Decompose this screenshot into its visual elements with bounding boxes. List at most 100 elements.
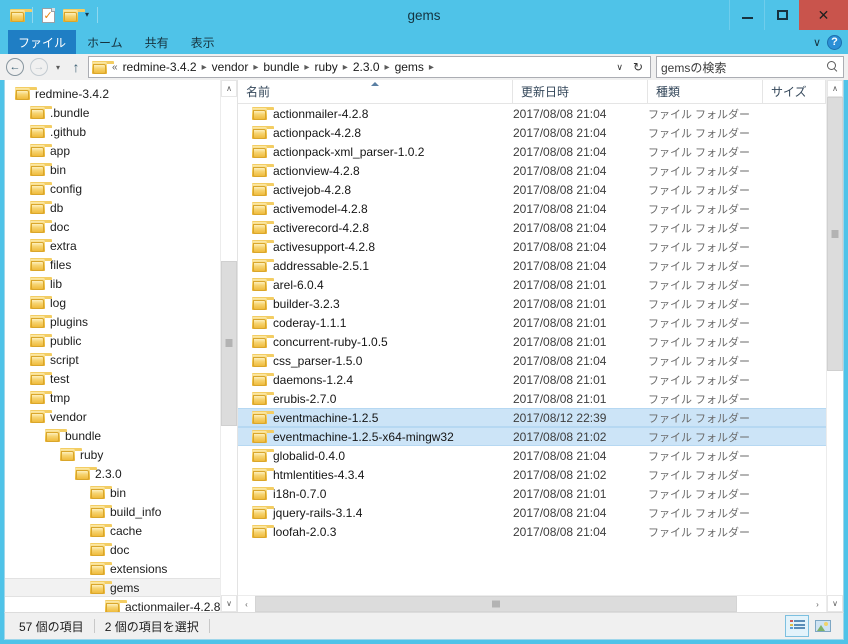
- nav-scroll-track[interactable]: [221, 97, 237, 595]
- table-row[interactable]: i18n-0.7.0 2017/08/08 21:01 ファイル フォルダー: [238, 484, 826, 503]
- maximize-button[interactable]: [764, 0, 799, 30]
- forward-button[interactable]: →: [28, 56, 50, 78]
- breadcrumb-item-5[interactable]: gems: [393, 60, 426, 74]
- breadcrumb-sep-3[interactable]: ▸: [342, 62, 349, 73]
- help-icon[interactable]: ?: [827, 34, 842, 50]
- file-list-scrollbar[interactable]: ∧ ∨: [826, 80, 843, 612]
- large-icons-view-button[interactable]: [811, 615, 835, 637]
- history-dropdown-icon[interactable]: ▾: [52, 63, 64, 72]
- tree-item[interactable]: vendor: [5, 407, 220, 426]
- tree-item[interactable]: doc: [5, 217, 220, 236]
- table-row[interactable]: activesupport-4.2.8 2017/08/08 21:04 ファイル …: [238, 237, 826, 256]
- table-row[interactable]: eventmachine-1.2.5-x64-mingw32 2017/08/08…: [238, 427, 826, 446]
- table-row[interactable]: activerecord-4.2.8 2017/08/08 21:04 ファイル フ…: [238, 218, 826, 237]
- breadcrumb-sep-1[interactable]: ▸: [252, 62, 259, 73]
- table-row[interactable]: arel-6.0.4 2017/08/08 21:01 ファイル フォルダー: [238, 275, 826, 294]
- table-row[interactable]: concurrent-ruby-1.0.5 2017/08/08 21:01 ファイ…: [238, 332, 826, 351]
- table-row[interactable]: htmlentities-4.3.4 2017/08/08 21:02 ファイル フ…: [238, 465, 826, 484]
- tree-item[interactable]: actionmailer-4.2.8: [5, 597, 220, 612]
- tree-item[interactable]: plugins: [5, 312, 220, 331]
- tree-item[interactable]: .bundle: [5, 103, 220, 122]
- column-header-date[interactable]: 更新日時: [513, 80, 648, 103]
- file-list-hscrollbar[interactable]: ‹ ›: [238, 595, 826, 612]
- tree-item[interactable]: db: [5, 198, 220, 217]
- tree-item[interactable]: bin: [5, 160, 220, 179]
- tab-home[interactable]: ホーム: [76, 30, 134, 54]
- tree-item[interactable]: cache: [5, 521, 220, 540]
- table-row[interactable]: eventmachine-1.2.5 2017/08/12 22:39 ファイル フ…: [238, 408, 826, 427]
- hscroll-right-button[interactable]: ›: [809, 596, 826, 612]
- tree-item[interactable]: build_info: [5, 502, 220, 521]
- table-row[interactable]: actionpack-4.2.8 2017/08/08 21:04 ファイル フォル…: [238, 123, 826, 142]
- nav-scroll-up-button[interactable]: ∧: [221, 80, 237, 97]
- breadcrumb-item-0[interactable]: redmine-3.4.2: [121, 60, 199, 74]
- up-button[interactable]: ↑: [66, 56, 86, 78]
- hscroll-thumb[interactable]: [255, 596, 737, 612]
- file-scroll-track[interactable]: [827, 97, 843, 595]
- table-row[interactable]: globalid-0.4.0 2017/08/08 21:04 ファイル フォルダー: [238, 446, 826, 465]
- nav-scroll-thumb[interactable]: [221, 261, 237, 426]
- breadcrumb-item-1[interactable]: vendor: [210, 60, 251, 74]
- breadcrumb-sep-0[interactable]: ▸: [201, 62, 208, 73]
- column-header-name[interactable]: 名前: [238, 80, 513, 103]
- tree-item[interactable]: app: [5, 141, 220, 160]
- table-row[interactable]: activejob-4.2.8 2017/08/08 21:04 ファイル フォルダ…: [238, 180, 826, 199]
- tree-item[interactable]: doc: [5, 540, 220, 559]
- breadcrumb-dropdown-icon[interactable]: ∨: [612, 62, 627, 73]
- table-row[interactable]: coderay-1.1.1 2017/08/08 21:01 ファイル フォルダー: [238, 313, 826, 332]
- properties-folder-icon[interactable]: [59, 4, 85, 26]
- tree-item[interactable]: extra: [5, 236, 220, 255]
- breadcrumb-item-3[interactable]: ruby: [312, 60, 339, 74]
- table-row[interactable]: actionview-4.2.8 2017/08/08 21:04 ファイル フォル…: [238, 161, 826, 180]
- breadcrumb-item-2[interactable]: bundle: [261, 60, 301, 74]
- tree-item[interactable]: bundle: [5, 426, 220, 445]
- tree-item[interactable]: gems: [5, 578, 220, 597]
- hscroll-track[interactable]: [255, 596, 809, 612]
- tab-file[interactable]: ファイル: [8, 30, 77, 54]
- search-input[interactable]: gemsの検索: [661, 59, 827, 76]
- tree-item[interactable]: redmine-3.4.2: [5, 84, 220, 103]
- tree-item[interactable]: tmp: [5, 388, 220, 407]
- qat-dropdown-caret[interactable]: ▾: [81, 11, 93, 19]
- breadcrumb-sep-4[interactable]: ▸: [384, 62, 391, 73]
- tree-item[interactable]: files: [5, 255, 220, 274]
- tree-item[interactable]: config: [5, 179, 220, 198]
- refresh-icon[interactable]: ↻: [629, 60, 647, 74]
- table-row[interactable]: activemodel-4.2.8 2017/08/08 21:04 ファイル フォ…: [238, 199, 826, 218]
- new-item-icon[interactable]: ✓: [37, 4, 59, 26]
- column-header-size[interactable]: サイズ: [763, 80, 826, 103]
- tree-item[interactable]: lib: [5, 274, 220, 293]
- tree-item[interactable]: .github: [5, 122, 220, 141]
- tree-item[interactable]: extensions: [5, 559, 220, 578]
- column-header-type[interactable]: 種類: [648, 80, 763, 103]
- file-scroll-down-button[interactable]: ∨: [827, 595, 843, 612]
- table-row[interactable]: addressable-2.5.1 2017/08/08 21:04 ファイル フォ…: [238, 256, 826, 275]
- breadcrumb-sep-2[interactable]: ▸: [303, 62, 310, 73]
- tab-share[interactable]: 共有: [134, 30, 180, 54]
- table-row[interactable]: builder-3.2.3 2017/08/08 21:01 ファイル フォルダー: [238, 294, 826, 313]
- breadcrumb-item-4[interactable]: 2.3.0: [351, 60, 382, 74]
- details-view-button[interactable]: [785, 615, 809, 637]
- tab-view[interactable]: 表示: [180, 30, 226, 54]
- table-row[interactable]: loofah-2.0.3 2017/08/08 21:04 ファイル フォルダー: [238, 522, 826, 541]
- breadcrumb[interactable]: « redmine-3.4.2 ▸ vendor ▸ bundle ▸ ruby…: [88, 56, 651, 78]
- tree-item[interactable]: ruby: [5, 445, 220, 464]
- chevron-down-icon[interactable]: ∨: [813, 36, 821, 49]
- table-row[interactable]: actionpack-xml_parser-1.0.2 2017/08/08 21…: [238, 142, 826, 161]
- tree-item[interactable]: log: [5, 293, 220, 312]
- breadcrumb-sep-5[interactable]: ▸: [428, 62, 435, 73]
- nav-scroll-down-button[interactable]: ∨: [221, 595, 237, 612]
- table-row[interactable]: erubis-2.7.0 2017/08/08 21:01 ファイル フォルダー: [238, 389, 826, 408]
- tree-item[interactable]: bin: [5, 483, 220, 502]
- hscroll-left-button[interactable]: ‹: [238, 596, 255, 612]
- minimize-button[interactable]: [729, 0, 764, 30]
- explorer-folder-icon[interactable]: [6, 4, 32, 26]
- table-row[interactable]: css_parser-1.5.0 2017/08/08 21:04 ファイル フォル…: [238, 351, 826, 370]
- tree-item[interactable]: script: [5, 350, 220, 369]
- table-row[interactable]: daemons-1.2.4 2017/08/08 21:01 ファイル フォルダー: [238, 370, 826, 389]
- search-box[interactable]: gemsの検索: [656, 56, 844, 78]
- back-button[interactable]: ←: [4, 56, 26, 78]
- file-scroll-thumb[interactable]: [827, 97, 843, 371]
- nav-pane-scrollbar[interactable]: ∧ ∨: [220, 80, 237, 612]
- tree-item[interactable]: 2.3.0: [5, 464, 220, 483]
